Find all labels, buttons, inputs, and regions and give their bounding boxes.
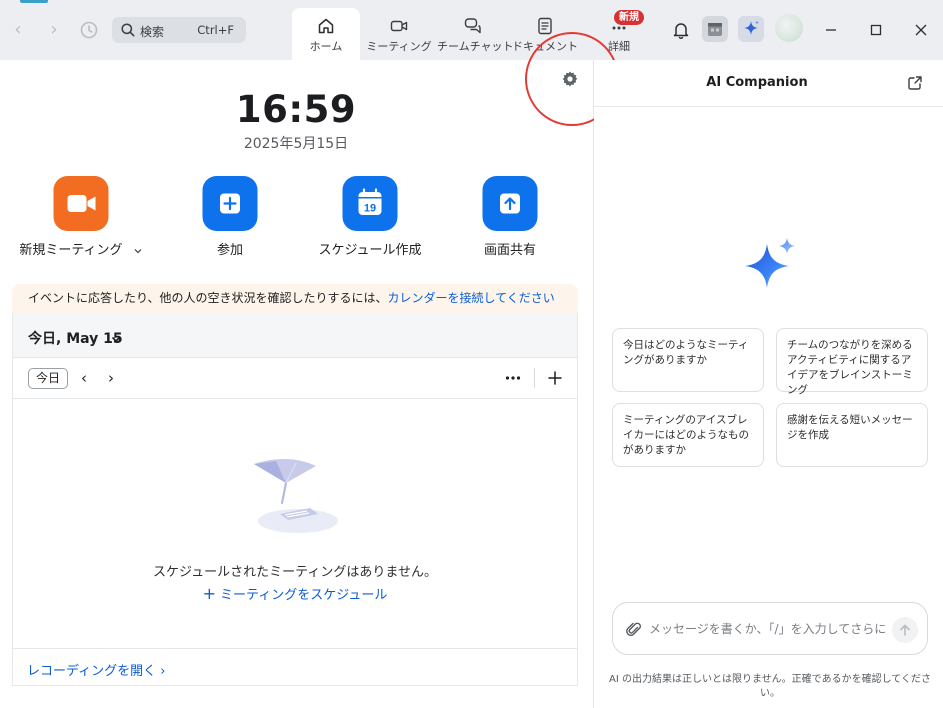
join-button[interactable]: 参加: [155, 176, 305, 266]
plus-icon: [202, 176, 258, 231]
suggestion-card[interactable]: チームのつながりを深めるアクティビティに関するアイデアをブレインストーミング: [776, 328, 928, 396]
send-button[interactable]: [892, 617, 918, 643]
banner-text: イベントに応答したり、他の人の空き状況を確認したりするには、: [28, 291, 388, 305]
chat-icon: [463, 16, 483, 36]
calendar-icon: 19: [342, 176, 398, 231]
paperclip-icon[interactable]: [625, 620, 643, 638]
new-meeting-label: 新規ミーティング: [6, 239, 156, 258]
beach-umbrella-illustration: [240, 455, 340, 537]
title-bar: ‹ › 検索 Ctrl+F ホーム ミーティング チームチャット ドキュメント: [0, 0, 943, 60]
history-icon[interactable]: [78, 19, 100, 41]
tab-team-chat[interactable]: チームチャット: [437, 8, 514, 60]
new-meeting-button[interactable]: 新規ミーティング: [6, 176, 156, 266]
search-label: 検索: [140, 25, 165, 39]
tab-label: チームチャット: [437, 40, 514, 53]
plus-icon: +: [202, 584, 217, 603]
calendar-date-title[interactable]: 今日, May 15: [28, 328, 123, 348]
maximize-icon[interactable]: [866, 20, 886, 40]
schedule-label: スケジュール作成: [318, 243, 422, 258]
chevron-down-icon[interactable]: [110, 330, 122, 343]
tab-label: ホーム: [309, 40, 343, 53]
ai-message-composer: [612, 602, 928, 655]
close-icon[interactable]: [911, 20, 931, 40]
avatar[interactable]: [775, 14, 803, 42]
empty-state-message: スケジュールされたミーティングはありません。: [153, 565, 437, 580]
clock-time: 16:59: [235, 88, 357, 131]
share-screen-label: 画面共有: [483, 243, 536, 258]
ai-header-divider: [594, 106, 943, 107]
schedule-meeting-link[interactable]: + ミーティングをスケジュール: [12, 584, 578, 603]
next-day-button[interactable]: ›: [101, 367, 121, 389]
ai-message-input[interactable]: [649, 619, 885, 639]
share-screen-button[interactable]: 画面共有: [435, 176, 585, 266]
tab-label: ミーティング: [366, 40, 432, 53]
schedule-button[interactable]: 19 スケジュール作成: [295, 176, 445, 266]
upload-arrow-icon: [482, 176, 538, 231]
video-icon: [389, 16, 409, 36]
bell-icon[interactable]: [669, 18, 693, 42]
arrow-up-icon: [900, 624, 910, 636]
suggestion-card[interactable]: 感謝を伝える短いメッセージを作成: [776, 403, 928, 467]
video-camera-icon: [53, 176, 109, 231]
back-arrow-icon[interactable]: ‹: [8, 19, 28, 41]
app-accent-strip: [20, 0, 48, 3]
ai-sparkle-icon: [739, 236, 801, 296]
calendar-day-number: 19: [364, 203, 376, 215]
clock-date: 2025年5月15日: [243, 136, 349, 152]
add-event-icon[interactable]: [543, 366, 567, 390]
toolbar-divider: [534, 368, 535, 388]
whiteboard-app-button[interactable]: [702, 16, 728, 42]
calendar-connect-banner: イベントに応答したり、他の人の空き状況を確認したりするには、カレンダーを接続して…: [12, 284, 578, 313]
calendar-header: 今日, May 15: [13, 313, 577, 358]
more-options-icon[interactable]: [501, 366, 525, 390]
ai-disclaimer: AI の出力結果は正しいとは限りません。正確であるかを確認してください。: [609, 674, 931, 699]
new-badge: 新規: [614, 10, 644, 25]
previous-day-button[interactable]: ‹: [74, 367, 94, 389]
suggestion-card[interactable]: ミーティングのアイスブレイカーにはどのようなものがありますか: [612, 403, 764, 467]
sparkle-icon: [744, 20, 759, 35]
calendar-toolbar: 今日 ‹ ›: [13, 358, 577, 399]
forward-arrow-icon[interactable]: ›: [44, 19, 64, 41]
minimize-icon[interactable]: [821, 20, 841, 40]
apps-icon: [708, 23, 722, 36]
calendar-footer-divider: [12, 648, 578, 649]
home-icon: [316, 16, 336, 36]
search-shortcut: Ctrl+F: [197, 23, 234, 37]
schedule-meeting-label: ミーティングをスケジュール: [220, 588, 388, 603]
tab-meetings[interactable]: ミーティング: [364, 8, 434, 60]
connect-calendar-link[interactable]: カレンダーを接続してください: [388, 291, 555, 305]
today-button[interactable]: 今日: [28, 368, 68, 389]
search-icon: [120, 22, 136, 38]
open-recordings-link[interactable]: レコーディングを開く ›: [27, 660, 165, 679]
ai-companion-button[interactable]: [738, 16, 764, 42]
document-icon: [535, 16, 555, 36]
chevron-down-icon[interactable]: [133, 246, 143, 256]
search-box[interactable]: 検索 Ctrl+F: [112, 17, 246, 43]
join-label: 参加: [216, 243, 243, 258]
tab-home[interactable]: ホーム: [292, 8, 360, 60]
suggestion-card[interactable]: 今日はどのようなミーティングがありますか: [612, 328, 764, 392]
popout-icon[interactable]: [906, 74, 924, 92]
ai-panel-title: AI Companion: [706, 75, 808, 90]
